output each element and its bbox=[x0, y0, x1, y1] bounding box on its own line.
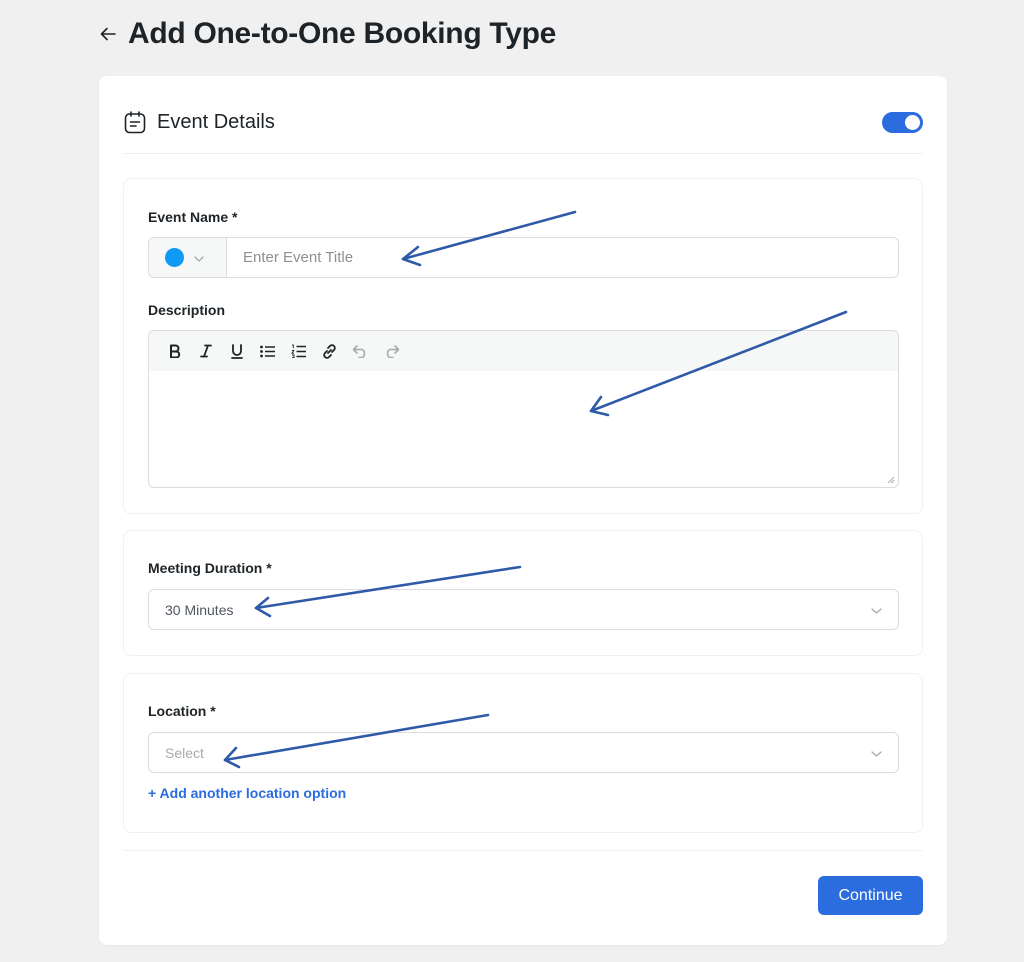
event-name-label: Event Name * bbox=[148, 209, 238, 225]
editor-toolbar bbox=[149, 331, 898, 371]
footer-divider bbox=[123, 850, 923, 851]
back-arrow-icon[interactable] bbox=[98, 24, 118, 44]
chevron-down-icon bbox=[194, 249, 204, 267]
bold-icon[interactable] bbox=[159, 337, 190, 365]
duration-box: Meeting Duration * 30 Minutes bbox=[123, 530, 923, 656]
location-box: Location * Select + Add another location… bbox=[123, 673, 923, 833]
event-title-input[interactable] bbox=[227, 238, 898, 277]
event-name-field bbox=[148, 237, 899, 278]
section-header: Event Details bbox=[123, 102, 923, 154]
description-textarea[interactable] bbox=[149, 371, 898, 487]
location-label: Location * bbox=[148, 703, 216, 719]
event-details-card: Event Details Event Name * Description bbox=[99, 76, 947, 945]
bullet-list-icon[interactable] bbox=[252, 337, 283, 365]
link-icon[interactable] bbox=[314, 337, 345, 365]
duration-value: 30 Minutes bbox=[165, 601, 234, 618]
event-info-box: Event Name * Description bbox=[123, 178, 923, 514]
continue-button[interactable]: Continue bbox=[818, 876, 923, 915]
chevron-down-icon bbox=[871, 601, 882, 619]
section-title: Event Details bbox=[157, 110, 275, 133]
undo-icon[interactable] bbox=[345, 337, 376, 365]
chevron-down-icon bbox=[871, 744, 882, 762]
page: Add One-to-One Booking Type Event Detail… bbox=[0, 0, 1024, 962]
add-location-link[interactable]: + Add another location option bbox=[148, 785, 346, 801]
color-picker[interactable] bbox=[149, 238, 227, 277]
color-swatch bbox=[165, 248, 184, 267]
italic-icon[interactable] bbox=[190, 337, 221, 365]
location-placeholder: Select bbox=[165, 744, 204, 761]
page-title: Add One-to-One Booking Type bbox=[128, 17, 556, 50]
page-header: Add One-to-One Booking Type bbox=[98, 14, 556, 54]
resize-handle-icon[interactable] bbox=[886, 475, 895, 484]
toggle-knob bbox=[905, 115, 920, 130]
redo-icon[interactable] bbox=[376, 337, 407, 365]
description-editor bbox=[148, 330, 899, 488]
location-select[interactable]: Select bbox=[148, 732, 899, 773]
description-label: Description bbox=[148, 302, 226, 318]
numbered-list-icon[interactable] bbox=[283, 337, 314, 365]
underline-icon[interactable] bbox=[221, 337, 252, 365]
calendar-icon bbox=[123, 110, 147, 134]
duration-label: Meeting Duration * bbox=[148, 560, 272, 576]
duration-select[interactable]: 30 Minutes bbox=[148, 589, 899, 630]
section-toggle[interactable] bbox=[882, 112, 923, 133]
